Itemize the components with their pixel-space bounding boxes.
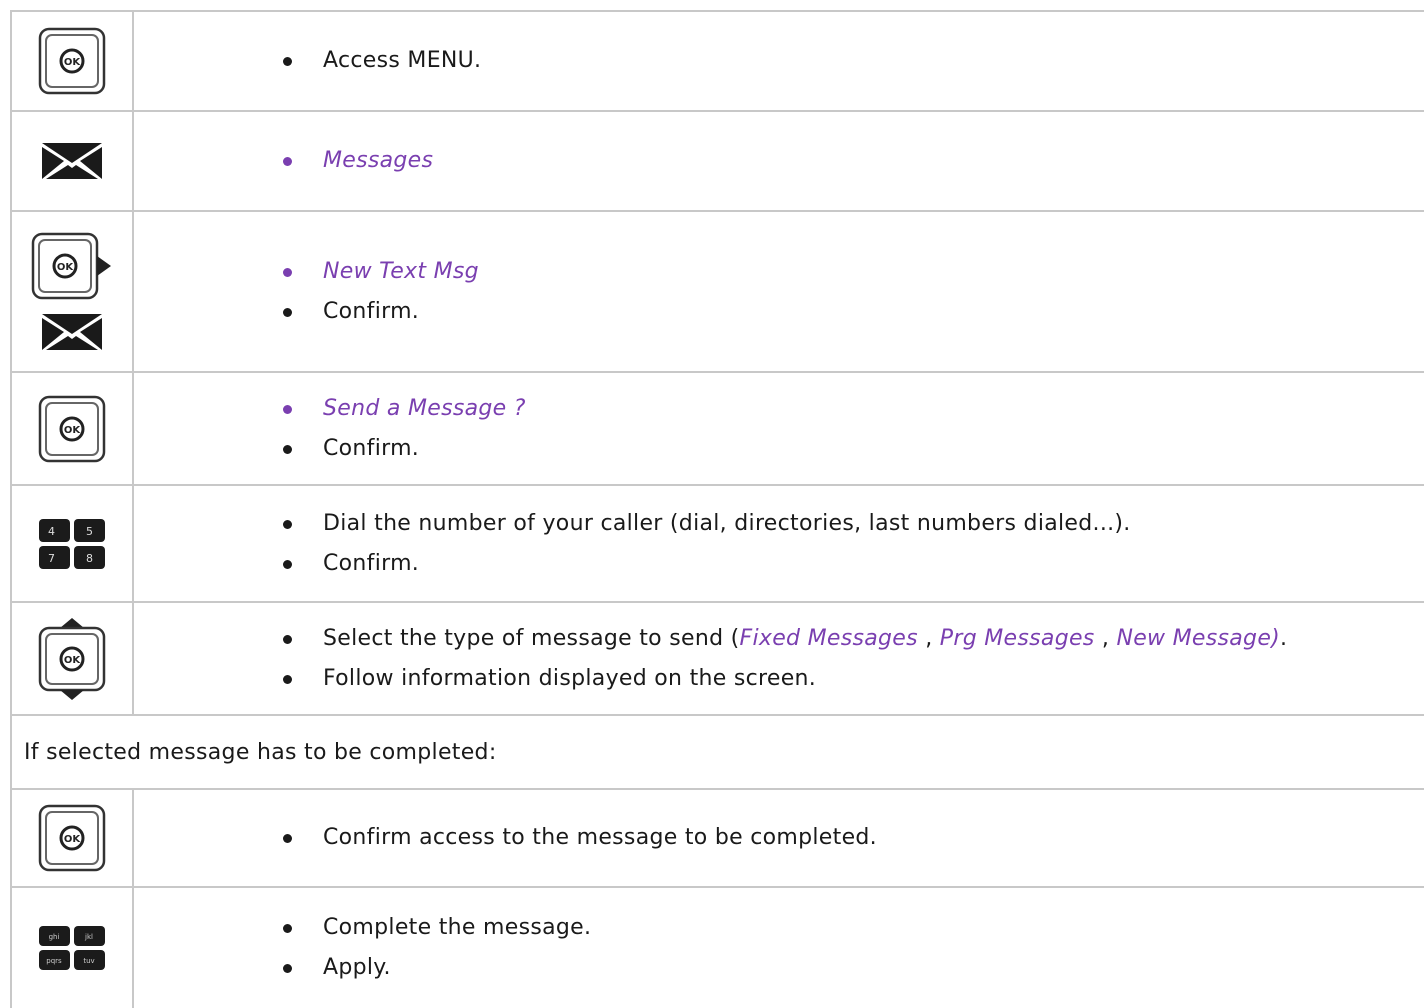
list-item: Confirm access to the message to be comp… [283, 818, 1424, 858]
section-note: If selected message has to be completed: [24, 739, 497, 765]
list-item: Confirm. [283, 429, 1424, 469]
table-row: Messages [12, 112, 1424, 212]
instructions-table: OK Access MENU. Messages OK New Text Msg… [10, 10, 1424, 1008]
keypad-key-ghi: ghi [49, 933, 60, 941]
list-item: Follow information displayed on the scre… [283, 659, 1424, 699]
list-item: Send a Message ? [283, 389, 1424, 429]
list-item: Confirm. [283, 544, 1424, 584]
option-fixed-messages: Fixed Messages [739, 625, 918, 651]
text-cell: New Text Msg Confirm. [134, 212, 1424, 371]
icon-cell: OK [12, 373, 134, 484]
numeric-keypad-icon: 4 5 7 8 [38, 518, 106, 570]
svg-text:OK: OK [64, 834, 82, 845]
envelope-icon [40, 312, 104, 352]
ok-key-icon: OK [38, 804, 106, 872]
keypad-key-pqrs: pqrs [46, 957, 62, 965]
svg-text:OK: OK [57, 262, 75, 273]
option-prg-messages: Prg Messages [939, 625, 1095, 651]
ok-key-icon: OK [38, 27, 106, 95]
list-item: New Text Msg [283, 252, 1424, 292]
list-item: Complete the message. [283, 908, 1424, 948]
text-cell: Complete the message. Apply. [134, 888, 1424, 1008]
select-prefix: Select the type of message to send ( [323, 625, 740, 651]
text-cell: Access MENU. [134, 12, 1424, 110]
list-item: Messages [283, 141, 1424, 181]
ok-key-icon: OK [38, 395, 106, 463]
table-row: OK Select the type of message to send (F… [12, 603, 1424, 716]
keypad-key-jkl: jkl [84, 933, 93, 941]
list-item: Apply. [283, 948, 1424, 988]
separator: , [917, 625, 940, 651]
text-cell: Confirm access to the message to be comp… [134, 790, 1424, 886]
icon-cell: 4 5 7 8 [12, 486, 134, 601]
list-item-select-type: Select the type of message to send (Fixe… [283, 619, 1424, 659]
keypad-key-8: 8 [86, 552, 93, 565]
list-item: Confirm. [283, 292, 1424, 332]
table-row: ghi jkl pqrs tuv Complete the message. A… [12, 888, 1424, 1008]
text-cell: Messages [134, 112, 1424, 210]
text-cell: Dial the number of your caller (dial, di… [134, 486, 1424, 601]
icon-cell: OK [12, 790, 134, 886]
icon-cell: ghi jkl pqrs tuv [12, 888, 134, 1008]
text-cell: Send a Message ? Confirm. [134, 373, 1424, 484]
list-item: Access MENU. [283, 41, 1424, 81]
keypad-key-tuv: tuv [83, 957, 94, 965]
table-row-note: If selected message has to be completed: [12, 716, 1424, 790]
icon-cell: OK [12, 603, 134, 714]
icon-cell: OK [12, 212, 134, 371]
svg-text:OK: OK [64, 425, 82, 436]
separator: , [1094, 625, 1117, 651]
svg-text:OK: OK [64, 57, 82, 68]
ok-right-arrow-key-icon: OK [31, 232, 113, 300]
keypad-key-5: 5 [86, 525, 93, 538]
table-row: OK New Text Msg Confirm. [12, 212, 1424, 373]
ok-up-down-navigator-icon: OK [37, 616, 107, 702]
icon-cell: OK [12, 12, 134, 110]
icon-cell [12, 112, 134, 210]
text-cell: Select the type of message to send (Fixe… [134, 603, 1424, 714]
envelope-icon [40, 141, 104, 181]
svg-text:OK: OK [64, 655, 82, 666]
keypad-key-7: 7 [48, 552, 55, 565]
table-row: 4 5 7 8 Dial the number of your caller (… [12, 486, 1424, 603]
select-suffix: . [1280, 625, 1288, 651]
option-new-message: New Message) [1116, 625, 1281, 651]
list-item: Dial the number of your caller (dial, di… [283, 504, 1424, 544]
keypad-key-4: 4 [48, 525, 55, 538]
table-row: OK Access MENU. [12, 12, 1424, 112]
table-row: OK Send a Message ? Confirm. [12, 373, 1424, 486]
table-row: OK Confirm access to the message to be c… [12, 790, 1424, 888]
alpha-keypad-icon: ghi jkl pqrs tuv [38, 925, 106, 971]
